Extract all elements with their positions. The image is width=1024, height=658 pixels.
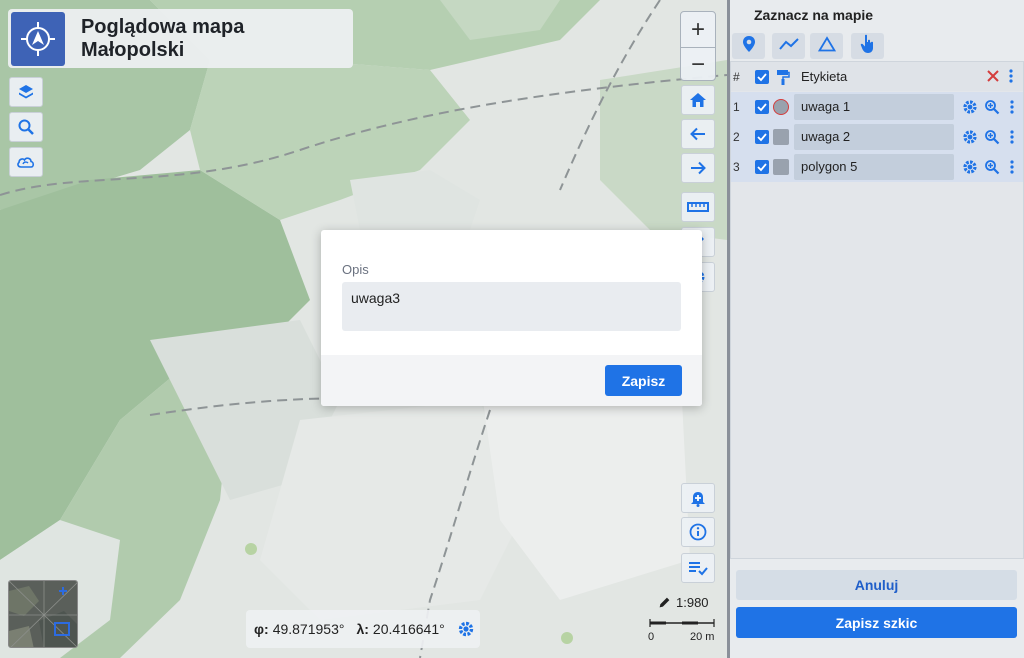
row-checkbox[interactable] (755, 160, 769, 174)
map-scale: 1:980 0 20 m (648, 592, 718, 648)
row-more-icon[interactable] (1010, 100, 1014, 119)
sketch-panel: Zaznacz na mapie # Etykieta 1 uwaga 1 2 … (730, 0, 1024, 658)
forward-button[interactable] (681, 153, 715, 183)
feature-style-swatch[interactable] (773, 129, 789, 145)
checklist-button[interactable] (681, 553, 715, 583)
header-label: Etykieta (801, 69, 848, 84)
zoom-to-feature-icon[interactable] (984, 129, 1000, 150)
search-icon (17, 118, 35, 136)
feature-name-input[interactable]: polygon 5 (794, 154, 954, 180)
delete-all-icon[interactable] (986, 69, 1000, 88)
map-marker-icon (742, 35, 756, 58)
feature-style-swatch[interactable] (773, 99, 789, 115)
map-canvas[interactable]: Poglądowa mapa Małopolski + − φ: 49.8719… (0, 0, 727, 658)
description-textarea[interactable]: uwaga3 (342, 282, 681, 331)
tool-polygon[interactable] (810, 33, 843, 59)
scale-end: 20 m (690, 631, 715, 643)
home-button[interactable] (681, 85, 715, 115)
longitude-value: 20.416641° (372, 621, 445, 637)
info-icon (689, 523, 707, 541)
row-number: 1 (733, 100, 740, 114)
layers-button[interactable] (9, 77, 43, 107)
ruler-icon (687, 200, 709, 214)
description-label: Opis (342, 262, 369, 277)
panel-title: Zaznacz na mapie (754, 7, 874, 23)
feature-row[interactable]: 1 uwaga 1 (731, 92, 1023, 122)
row-number: 3 (733, 160, 740, 174)
features-list-header: # Etykieta (731, 62, 1023, 91)
row-more-icon[interactable] (1010, 160, 1014, 179)
scale-bar (649, 619, 715, 627)
polyline-icon (778, 37, 799, 56)
feature-name-input[interactable]: uwaga 2 (794, 124, 954, 150)
row-checkbox[interactable] (755, 130, 769, 144)
feature-row[interactable]: 2 uwaga 2 (731, 122, 1023, 152)
header-num: # (733, 70, 740, 84)
add-alert-button[interactable] (681, 483, 715, 513)
row-more-icon[interactable] (1010, 130, 1014, 149)
bell-plus-icon (689, 489, 707, 507)
feature-row[interactable]: 3 polygon 5 (731, 152, 1023, 182)
app-logo (11, 11, 65, 66)
scale-start: 0 (648, 631, 655, 643)
scale-pencil-icon (658, 596, 671, 609)
minimap[interactable] (8, 580, 78, 648)
feature-settings-icon[interactable] (962, 99, 978, 120)
feature-style-swatch[interactable] (773, 159, 789, 175)
save-sketch-button[interactable]: Zapisz szkic (736, 607, 1017, 638)
hand-pointer-icon (860, 34, 876, 59)
zoom-control: + − (680, 11, 716, 81)
dialog-save-button[interactable]: Zapisz (605, 365, 682, 396)
feature-settings-icon[interactable] (962, 159, 978, 180)
coords-settings-icon[interactable] (457, 620, 475, 638)
zoom-in-button[interactable]: + (681, 12, 715, 47)
triangle-icon (817, 35, 836, 57)
arrow-right-icon (689, 159, 707, 177)
scale-ratio[interactable]: 1:980 (676, 595, 709, 610)
features-list: # Etykieta 1 uwaga 1 2 uwaga 2 3 polygon… (730, 61, 1024, 559)
app-title-card: Poglądowa mapa Małopolski (8, 9, 353, 68)
cloud-sync-button[interactable] (9, 147, 43, 177)
layers-icon (17, 83, 35, 101)
info-button[interactable] (681, 517, 715, 547)
row-number: 2 (733, 130, 740, 144)
latitude-value: 49.871953° (272, 621, 345, 637)
list-check-icon (688, 560, 708, 576)
home-icon (689, 91, 707, 109)
cloud-sync-icon (16, 153, 36, 171)
paint-roller-icon[interactable] (776, 69, 790, 90)
feature-name-input[interactable]: uwaga 1 (794, 94, 954, 120)
coordinates-panel: φ: 49.871953° λ: 20.416641° (246, 610, 480, 648)
app-title: Poglądowa mapa Małopolski (80, 15, 245, 61)
description-dialog: Opis uwaga3 Zapisz (321, 230, 702, 406)
tool-select[interactable] (851, 33, 884, 59)
cancel-button[interactable]: Anuluj (736, 570, 1017, 600)
arrow-left-icon (689, 125, 707, 143)
row-checkbox[interactable] (755, 100, 769, 114)
latitude-label: φ: (254, 621, 269, 637)
more-vert-icon[interactable] (1009, 69, 1013, 88)
tool-line[interactable] (772, 33, 805, 59)
measure-button[interactable] (681, 192, 715, 222)
zoom-out-button[interactable]: − (681, 47, 715, 80)
zoom-to-feature-icon[interactable] (984, 99, 1000, 120)
longitude-label: λ: (356, 621, 369, 637)
search-button[interactable] (9, 112, 43, 142)
tool-point[interactable] (732, 33, 765, 59)
feature-settings-icon[interactable] (962, 129, 978, 150)
select-all-checkbox[interactable] (755, 70, 769, 84)
back-button[interactable] (681, 119, 715, 149)
zoom-to-feature-icon[interactable] (984, 159, 1000, 180)
